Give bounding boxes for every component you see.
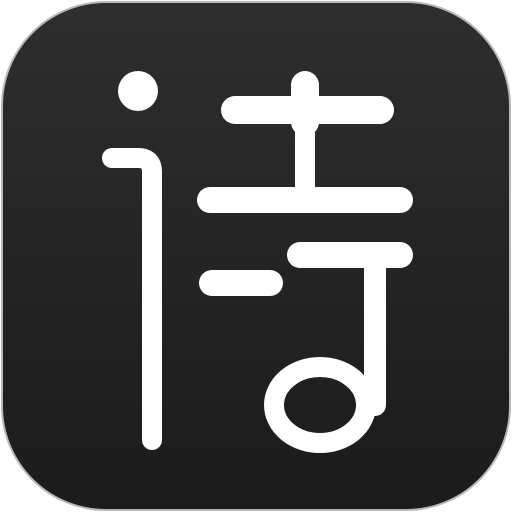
app-icon[interactable] — [0, 0, 512, 512]
icon-background — [1, 1, 511, 511]
radical-dot — [118, 71, 158, 111]
icon-canvas: 诗 — [0, 0, 512, 512]
